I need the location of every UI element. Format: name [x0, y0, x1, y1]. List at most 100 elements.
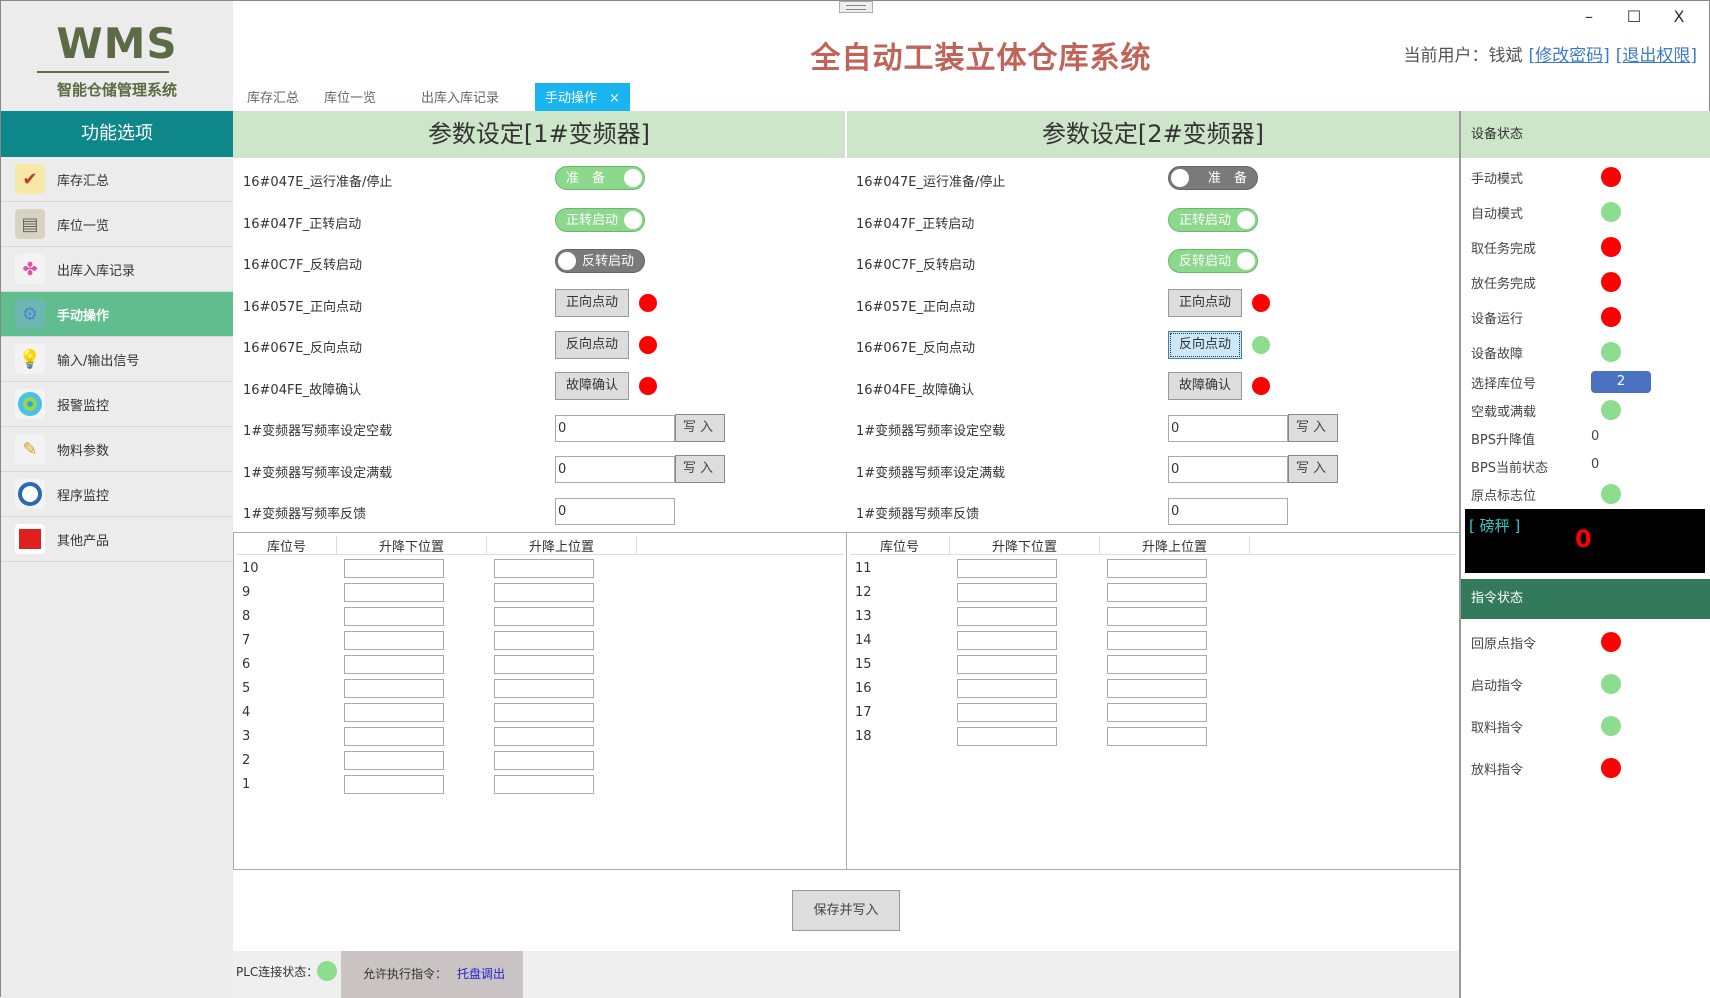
- vfd2-freq-full-write-button[interactable]: 写入: [1288, 455, 1338, 483]
- vfd1-ready-toggle[interactable]: 准 备: [555, 166, 645, 190]
- vfd1-label-reverse-start: 16#0C7F_反转启动: [243, 258, 363, 273]
- tab-inventory-summary[interactable]: 库存汇总: [247, 83, 299, 111]
- upper-position-input[interactable]: [494, 631, 594, 650]
- upper-position-input[interactable]: [494, 751, 594, 770]
- lower-position-input[interactable]: [344, 751, 444, 770]
- drag-handle[interactable]: [839, 1, 873, 13]
- lower-position-input[interactable]: [957, 559, 1057, 578]
- upper-position-input[interactable]: [1107, 679, 1207, 698]
- upper-position-input[interactable]: [1107, 727, 1207, 746]
- sidebar-item-material-params[interactable]: ✎ 物料参数: [1, 427, 233, 472]
- vfd2-freq-feedback-input[interactable]: 0: [1168, 498, 1288, 525]
- vfd2-ready-toggle[interactable]: 准 备: [1168, 166, 1258, 190]
- sidebar-item-location-overview[interactable]: ▤ 库位一览: [1, 202, 233, 247]
- lower-position-input[interactable]: [957, 631, 1057, 650]
- vfd2-fault-ack-button[interactable]: 故障确认: [1168, 372, 1242, 400]
- vfd1-forward-jog-button[interactable]: 正向点动: [555, 289, 629, 317]
- upper-position-input[interactable]: [1107, 631, 1207, 650]
- lower-position-input[interactable]: [344, 703, 444, 722]
- vfd1-label-reverse-jog: 16#067E_反向点动: [243, 341, 362, 356]
- lower-position-input[interactable]: [957, 655, 1057, 674]
- vfd2-freq-empty-write-button[interactable]: 写入: [1288, 414, 1338, 442]
- upper-position-input[interactable]: [1107, 559, 1207, 578]
- grid-row-location: 18: [855, 729, 872, 744]
- upper-position-input[interactable]: [494, 559, 594, 578]
- close-window-button[interactable]: X: [1664, 5, 1694, 29]
- upper-position-input[interactable]: [494, 679, 594, 698]
- lower-position-input[interactable]: [344, 559, 444, 578]
- vfd1-fault-ack-button[interactable]: 故障确认: [555, 372, 629, 400]
- lower-position-input[interactable]: [957, 679, 1057, 698]
- sidebar-item-label: 手动操作: [57, 308, 110, 324]
- lower-position-input[interactable]: [344, 583, 444, 602]
- tab-close-icon[interactable]: ×: [609, 91, 620, 106]
- lower-position-input[interactable]: [344, 679, 444, 698]
- upper-position-input[interactable]: [494, 727, 594, 746]
- vfd2-forward-start-toggle[interactable]: 正转启动: [1168, 208, 1258, 232]
- maximize-button[interactable]: ☐: [1619, 5, 1649, 29]
- vfd2-reverse-jog-button[interactable]: 反向点动: [1168, 331, 1242, 359]
- tab-inout-records[interactable]: 出库入库记录: [421, 83, 499, 111]
- sidebar-item-manual-operation[interactable]: ⚙ 手动操作: [1, 292, 233, 337]
- vfd2-freq-full-input[interactable]: 0: [1168, 456, 1288, 483]
- vfd1-freq-full-write-button[interactable]: 写入: [675, 455, 725, 483]
- sidebar-item-program-monitor[interactable]: 程序监控: [1, 472, 233, 517]
- pencil-icon: ✎: [15, 434, 45, 464]
- vfd2-reverse-start-toggle[interactable]: 反转启动: [1168, 249, 1258, 273]
- toggle-knob: [1237, 252, 1255, 270]
- sidebar-item-io-signals[interactable]: 💡 输入/输出信号: [1, 337, 233, 382]
- save-and-write-button[interactable]: 保存并写入: [792, 890, 900, 931]
- upper-position-input[interactable]: [1107, 655, 1207, 674]
- vfd1-reverse-jog-button[interactable]: 反向点动: [555, 331, 629, 359]
- command-status-header: 指令状态: [1461, 579, 1710, 619]
- vfd1-freq-feedback-input[interactable]: 0: [555, 498, 675, 525]
- lower-position-input[interactable]: [344, 631, 444, 650]
- sidebar-item-alarm-monitor[interactable]: 报警监控: [1, 382, 233, 427]
- checklist-icon: ✔: [15, 164, 45, 194]
- upper-position-input[interactable]: [494, 583, 594, 602]
- plc-status-led: [317, 961, 337, 981]
- plc-status-label: PLC连接状态：: [236, 965, 319, 979]
- vfd1-freq-empty-input[interactable]: 0: [555, 415, 675, 442]
- upper-position-input[interactable]: [1107, 703, 1207, 722]
- status-pick-done-label: 取任务完成: [1471, 242, 1537, 257]
- vfd1-freq-full-input[interactable]: 0: [555, 456, 675, 483]
- vfd1-label-fault-ack: 16#04FE_故障确认: [243, 383, 362, 398]
- upper-position-input[interactable]: [494, 703, 594, 722]
- vfd2-label-freq-feedback: 1#变频器写频率反馈: [856, 507, 980, 522]
- vfd1-label-freq-full: 1#变频器写频率设定满载: [243, 466, 393, 481]
- change-password-link[interactable]: [修改密码]: [1528, 46, 1609, 66]
- toggle-knob: [1237, 211, 1255, 229]
- scale-value: 0: [1575, 525, 1592, 553]
- lower-position-input[interactable]: [344, 727, 444, 746]
- vfd2-forward-jog-button[interactable]: 正向点动: [1168, 289, 1242, 317]
- sidebar-item-inout-records[interactable]: ✤ 出库入库记录: [1, 247, 233, 292]
- lower-position-input[interactable]: [957, 727, 1057, 746]
- vfd2-freq-empty-input[interactable]: 0: [1168, 415, 1288, 442]
- sidebar-item-other-products[interactable]: 其他产品: [1, 517, 233, 562]
- toggle-text: 正转启动: [566, 213, 619, 228]
- sidebar-item-inventory-summary[interactable]: ✔ 库存汇总: [1, 157, 233, 202]
- vfd1-reverse-start-toggle[interactable]: 反转启动: [555, 249, 645, 273]
- tab-manual-operation[interactable]: 手动操作 ×: [535, 83, 630, 111]
- logout-link[interactable]: [退出权限]: [1616, 46, 1697, 66]
- minimize-button[interactable]: –: [1574, 5, 1604, 29]
- vfd2-title: 参数设定[2#变频器]: [847, 111, 1459, 158]
- tab-location-overview[interactable]: 库位一览: [324, 83, 376, 111]
- vfd1-forward-start-toggle[interactable]: 正转启动: [555, 208, 645, 232]
- upper-position-input[interactable]: [494, 607, 594, 626]
- lower-position-input[interactable]: [344, 607, 444, 626]
- vfd2-label-freq-full: 1#变频器写频率设定满载: [856, 466, 1006, 481]
- upper-position-input[interactable]: [1107, 583, 1207, 602]
- vfd1-freq-empty-write-button[interactable]: 写入: [675, 414, 725, 442]
- lower-position-input[interactable]: [957, 583, 1057, 602]
- upper-position-input[interactable]: [494, 655, 594, 674]
- grid-header-divider: [850, 554, 1456, 555]
- lower-position-input[interactable]: [957, 607, 1057, 626]
- upper-position-input[interactable]: [1107, 607, 1207, 626]
- lower-position-input[interactable]: [957, 703, 1057, 722]
- select-location-dropdown[interactable]: 2: [1591, 371, 1651, 393]
- upper-position-input[interactable]: [494, 775, 594, 794]
- lower-position-input[interactable]: [344, 775, 444, 794]
- lower-position-input[interactable]: [344, 655, 444, 674]
